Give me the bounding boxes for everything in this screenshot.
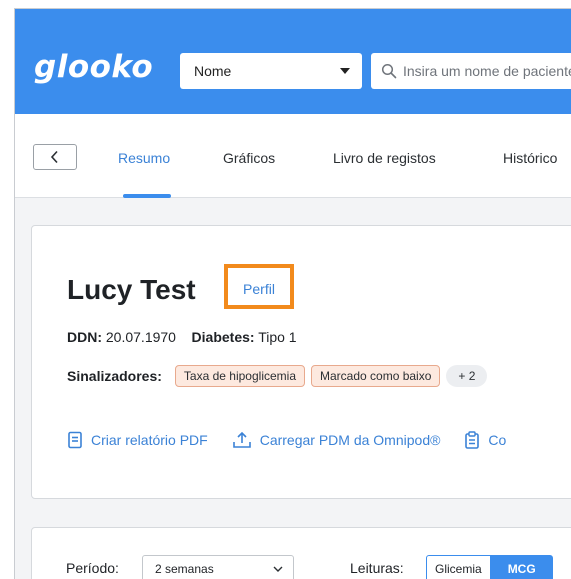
clipboard-icon [465,431,480,449]
profile-link[interactable]: Perfil [243,281,275,297]
tab-livro-de-registos[interactable]: Livro de registos [333,150,436,166]
dob-value: 20.07.1970 [105,329,176,345]
tab-bar: Resumo Gráficos Livro de registos Histór… [15,114,571,198]
document-icon [68,431,82,449]
search-icon [381,63,397,79]
tab-historico[interactable]: Histórico [503,150,557,166]
actions-row: Criar relatório PDF Carregar PDM da Omni… [67,428,530,452]
flags-row: Sinalizadores: Taxa de hipoglicemia Marc… [67,364,488,388]
search-type-select[interactable]: Nome [180,53,362,89]
create-pdf-report-label: Criar relatório PDF [91,432,208,448]
patient-summary-card: Lucy Test Perfil DDN: 20.07.1970 Diabete… [31,225,571,499]
profile-highlight-box: Perfil [224,264,294,309]
readings-option-glicemia[interactable]: Glicemia [426,555,491,579]
caret-down-icon [340,68,350,74]
app-window: glooko Nome Insira um nome de paciente R… [14,8,571,579]
upload-icon [232,431,251,448]
period-label: Período: [66,560,119,576]
patient-info-row: DDN: 20.07.1970 Diabetes: Tipo 1 [67,329,297,345]
upload-omnipod-button[interactable]: Carregar PDM da Omnipod® [232,431,441,449]
search-placeholder: Insira um nome de paciente [403,63,571,79]
flag-badge: Marcado como baixo [311,365,441,387]
active-tab-indicator [123,194,171,198]
readings-toggle: Glicemia MCG [426,555,553,579]
tab-resumo[interactable]: Resumo [118,150,170,166]
flags-label: Sinalizadores: [67,368,162,384]
clipboard-action-label: Co [488,432,507,448]
clipboard-action-button[interactable]: Co [464,431,506,449]
period-value: 2 semanas [155,562,214,576]
glooko-logo[interactable]: glooko [34,49,153,85]
readings-option-mcg[interactable]: MCG [490,555,553,579]
chevron-left-icon [50,150,58,164]
readings-label: Leituras: [350,560,404,576]
period-select[interactable]: 2 semanas [142,555,294,579]
search-type-value: Nome [194,63,232,79]
diabetes-label: Diabetes: [191,329,255,345]
diabetes-value: Tipo 1 [258,329,297,345]
more-flags-badge[interactable]: + 2 [446,365,488,387]
flag-badge: Taxa de hipoglicemia [174,365,305,387]
tab-graficos[interactable]: Gráficos [223,150,275,166]
dob-label: DDN: [67,329,102,345]
create-pdf-report-button[interactable]: Criar relatório PDF [67,431,208,449]
upload-omnipod-label: Carregar PDM da Omnipod® [259,432,441,448]
chevron-down-icon [273,566,283,572]
patient-name: Lucy Test [67,274,196,305]
patient-search-input[interactable]: Insira um nome de paciente [371,53,571,89]
back-button[interactable] [33,144,77,170]
top-header: glooko Nome Insira um nome de paciente [15,9,571,114]
filters-card: Período: 2 semanas Leituras: Glicemia MC… [31,527,571,579]
